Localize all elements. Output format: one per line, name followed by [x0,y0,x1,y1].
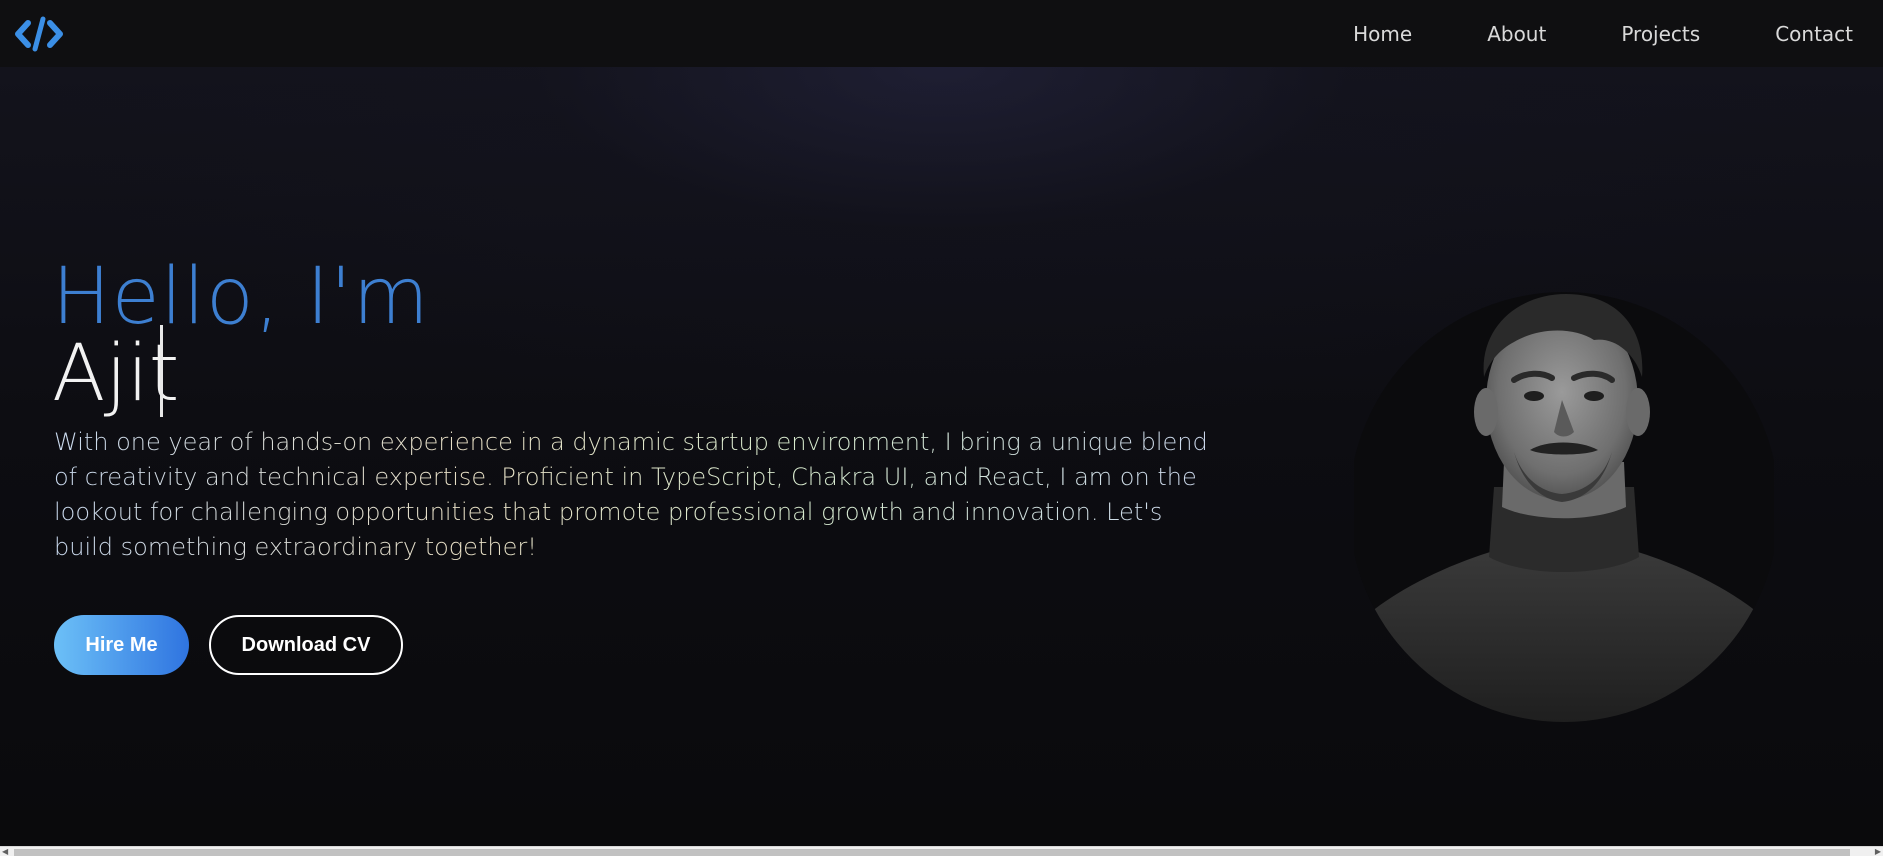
code-brackets-icon[interactable] [14,12,64,56]
typing-cursor [160,325,163,417]
profile-photo [1354,282,1774,722]
hero-section: Hello, I'm Ajit With one year of hands-o… [0,67,1883,846]
nav-link-home[interactable]: Home [1353,22,1412,46]
nav-link-contact[interactable]: Contact [1775,22,1853,46]
download-cv-button[interactable]: Download CV [209,615,403,675]
scrollbar-thumb[interactable] [14,849,1850,856]
hero-bio: With one year of hands-on experience in … [54,425,1224,565]
nav-link-about[interactable]: About [1487,22,1546,46]
navbar: Home About Projects Contact [0,0,1883,67]
scroll-right-arrow-icon[interactable]: ▶ [1875,848,1881,856]
hire-me-button[interactable]: Hire Me [54,615,189,675]
nav-link-projects[interactable]: Projects [1621,22,1700,46]
nav-links: Home About Projects Contact [1278,22,1853,46]
scroll-left-arrow-icon[interactable]: ◀ [2,848,8,856]
horizontal-scrollbar[interactable]: ◀ ▶ [0,846,1883,856]
